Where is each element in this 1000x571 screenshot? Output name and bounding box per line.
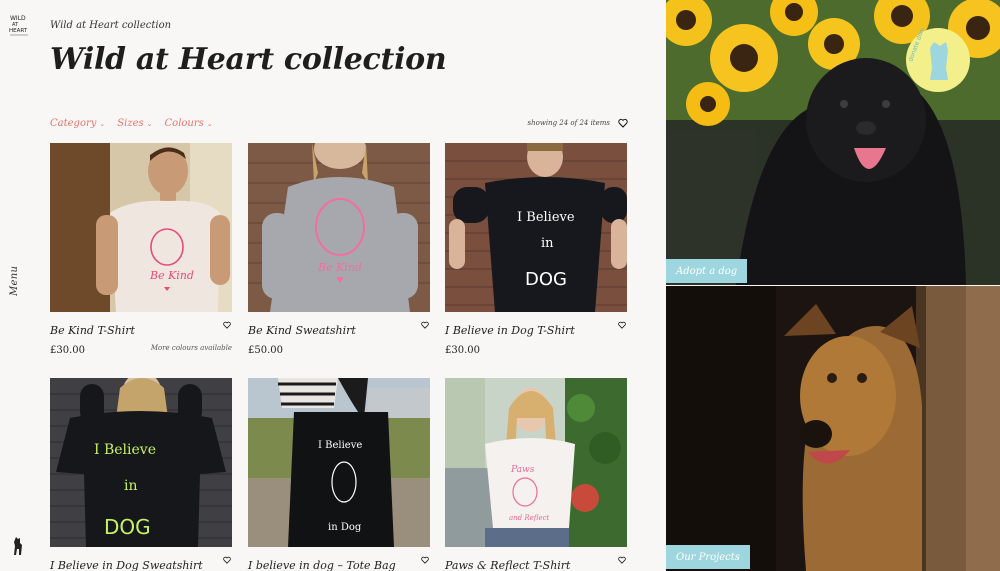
filter-category[interactable]: Category ⌄ [50,118,105,129]
wishlist-heart-icon[interactable] [618,321,626,329]
menu-button[interactable]: Menu [9,266,20,296]
our-projects-label[interactable]: Our Projects [666,545,750,569]
product-card[interactable]: I Believe in Dog I believe in dog – Tote… [248,378,430,571]
main-content: Wild at Heart collection Wild at Heart c… [40,0,666,571]
product-card[interactable]: Paws and Reflect Paws & Reflect T-Shirt [445,378,627,571]
filter-colours[interactable]: Colours ⌄ [165,118,213,129]
adopt-a-dog-label[interactable]: Adopt a dog [666,259,748,283]
wild-at-heart-logo[interactable]: WILD AT HEART [9,13,29,39]
print-text: in [124,478,138,494]
product-name[interactable]: I Believe in Dog T-Shirt [445,324,575,337]
product-image[interactable]: I Believe in DOG [445,137,627,312]
dog-silhouette-icon [14,537,22,555]
product-name[interactable]: I believe in dog – Tote Bag [248,559,396,571]
product-name[interactable]: I Believe in Dog Sweatshirt [50,559,203,571]
print-text: Paws [510,465,535,475]
side-panels: donate donate Adopt a dog Our Projects [666,0,1000,571]
print-text: I Believe [517,210,575,225]
product-card[interactable]: I Believe in DOG I Believe in Dog Sweats… [50,372,232,571]
product-image[interactable]: I Believe in Dog [248,378,430,547]
wishlist-heart-icon[interactable] [223,556,231,564]
adopt-panel[interactable]: donate donate Adopt a dog [666,0,1000,285]
print-text: Be Kind [149,269,194,282]
donate-badge-graphic: donate donate [907,28,969,91]
breadcrumb[interactable]: Wild at Heart collection [50,20,171,31]
chevron-down-icon: ⌄ [206,119,213,128]
product-card[interactable]: I Believe in DOG I Believe in Dog T-Shir… [445,137,627,356]
chevron-down-icon: ⌄ [146,119,153,128]
print-text: Be Kind [317,261,362,274]
print-text: in [541,236,554,251]
product-name[interactable]: Be Kind T-Shirt [50,324,135,337]
projects-image[interactable] [666,286,1000,571]
page-title: Wild at Heart collection [50,42,447,77]
print-text: DOG [104,515,151,539]
print-text: and Reflect [509,514,550,522]
wishlist-heart-icon[interactable] [421,321,429,329]
filter-sizes[interactable]: Sizes ⌄ [117,118,152,129]
product-price: £30.00 [50,345,85,356]
filter-bar: Category ⌄ Sizes ⌄ Colours ⌄ [50,118,213,129]
product-card[interactable]: Be Kind Be Kind Sweatshirt £50.00 [248,129,430,356]
product-image[interactable]: I Believe in DOG [50,372,232,547]
projects-panel[interactable]: Our Projects [666,286,1000,571]
product-card[interactable]: Be Kind Be Kind T-Shirt £30.00 More colo… [50,143,232,356]
svg-text:WILD: WILD [10,15,26,22]
product-image[interactable]: Paws and Reflect [445,378,627,547]
wishlist-heart-icon[interactable] [421,556,429,564]
product-name[interactable]: Be Kind Sweatshirt [248,324,356,337]
wishlist-heart-icon[interactable] [618,118,628,128]
left-rail: WILD AT HEART Menu [0,0,40,571]
chevron-down-icon: ⌄ [99,119,106,128]
product-price: £50.00 [248,345,283,356]
product-image[interactable]: Be Kind [248,129,430,312]
product-name[interactable]: Paws & Reflect T-Shirt [445,559,570,571]
print-text: in Dog [328,522,362,533]
more-colours-note: More colours available [150,344,232,352]
print-text: I Believe [94,442,156,458]
product-image[interactable]: Be Kind [50,143,232,312]
product-price: £30.00 [445,345,480,356]
wishlist-heart-icon[interactable] [618,556,626,564]
result-count: showing 24 of 24 items [527,119,610,127]
results-meta: showing 24 of 24 items [528,118,628,128]
svg-text:HEART: HEART [9,28,28,34]
donate-badge[interactable]: donate donate [906,28,970,92]
wishlist-heart-icon[interactable] [223,321,231,329]
print-text: DOG [525,269,567,290]
print-text: I Believe [318,440,362,451]
